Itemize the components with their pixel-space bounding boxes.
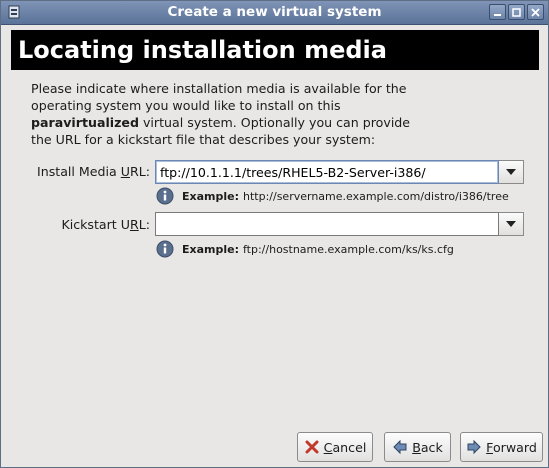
cancel-x-icon <box>305 440 319 454</box>
kickstart-url-combo[interactable] <box>155 212 524 236</box>
description-part1: Please indicate where installation media… <box>31 81 407 113</box>
install-media-hint-text: http://servername.example.com/distro/i38… <box>243 189 509 203</box>
close-button[interactable] <box>527 4 544 20</box>
maximize-icon <box>512 7 521 17</box>
window-controls <box>489 4 544 20</box>
back-arrow-icon <box>393 439 407 455</box>
kickstart-label-text: Kickstart U <box>61 217 130 232</box>
kickstart-hint-title: Example: <box>182 242 239 256</box>
title-bar[interactable]: Create a new virtual system <box>1 1 548 25</box>
kickstart-hint: Example: ftp://hostname.example.com/ks/k… <box>156 240 454 258</box>
maximize-button[interactable] <box>508 4 525 20</box>
kickstart-url-label: Kickstart URL: <box>21 217 150 232</box>
description-text: Please indicate where installation media… <box>31 80 431 148</box>
kickstart-url-dropdown[interactable] <box>499 212 524 236</box>
app-icon <box>8 5 20 19</box>
forward-arrow-icon <box>467 439 481 455</box>
install-media-hint: Example: http://servername.example.com/d… <box>156 187 509 205</box>
close-icon <box>531 7 540 17</box>
info-icon <box>156 240 174 258</box>
install-media-hint-title: Example: <box>182 189 239 203</box>
kickstart-url-input[interactable] <box>155 212 499 236</box>
cancel-label: Cancel <box>324 440 367 455</box>
page-heading: Locating installation media <box>11 30 539 70</box>
kickstart-hint-text: ftp://hostname.example.com/ks/ks.cfg <box>243 242 454 256</box>
install-media-url-dropdown[interactable] <box>499 160 524 184</box>
back-label-rest: ack <box>420 439 443 455</box>
install-media-label-mnemonic: U <box>120 164 130 179</box>
minimize-button[interactable] <box>489 4 506 20</box>
minimize-icon <box>494 13 501 16</box>
forward-label-rest: orward <box>492 439 537 455</box>
install-media-label-suffix: RL: <box>129 164 150 179</box>
back-mnemonic: B <box>412 439 421 455</box>
back-label: Back <box>412 440 443 455</box>
install-media-label-text: Install Media <box>37 164 121 179</box>
kickstart-label-suffix: L: <box>138 217 150 232</box>
kickstart-label-mnemonic: R <box>129 217 139 232</box>
dropdown-arrow-icon <box>506 221 516 227</box>
dropdown-arrow-icon <box>506 169 516 175</box>
description-emphasis: paravirtualized <box>31 115 139 130</box>
cancel-label-rest: ancel <box>332 439 367 455</box>
forward-button[interactable]: Forward <box>460 432 543 462</box>
dialog-window: Create a new virtual system Locating ins… <box>0 0 549 468</box>
install-media-url-input[interactable] <box>155 160 499 184</box>
install-media-url-combo[interactable] <box>155 160 524 184</box>
forward-mnemonic: F <box>486 439 493 455</box>
window-title: Create a new virtual system <box>167 4 382 20</box>
install-media-url-label: Install Media URL: <box>21 164 150 179</box>
back-button[interactable]: Back <box>384 432 451 462</box>
info-icon <box>156 187 174 205</box>
forward-label: Forward <box>486 440 537 455</box>
cancel-button[interactable]: Cancel <box>297 432 373 462</box>
